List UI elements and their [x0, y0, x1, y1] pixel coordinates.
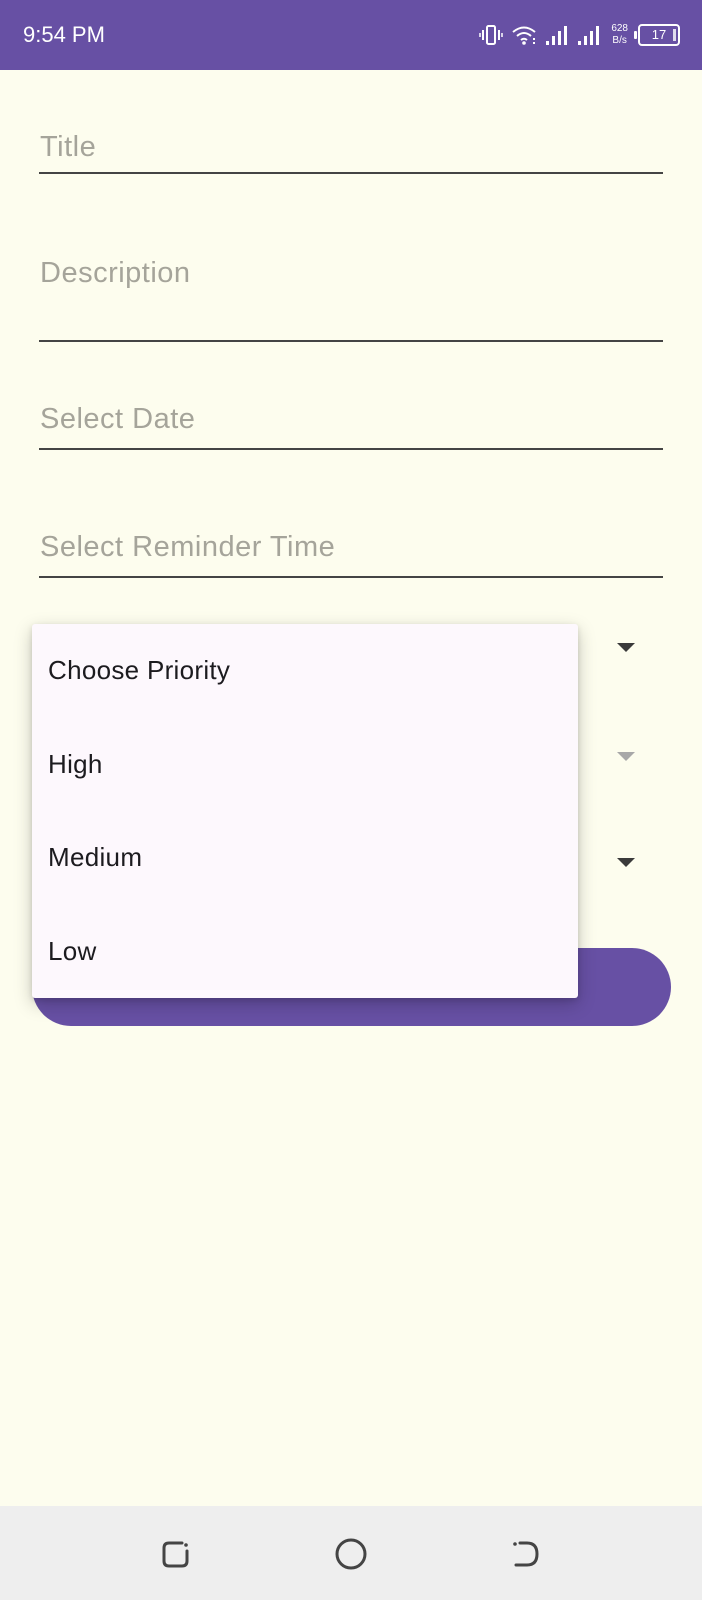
- description-placeholder: Description: [40, 257, 191, 289]
- reminder-time-field[interactable]: Select Reminder Time: [39, 516, 663, 578]
- title-placeholder: Title: [40, 131, 97, 163]
- date-placeholder: Select Date: [40, 403, 196, 435]
- network-speed: 628 B/s: [611, 23, 628, 47]
- description-field[interactable]: Description: [39, 246, 663, 342]
- third-spinner-arrow-icon[interactable]: [617, 858, 635, 867]
- second-spinner-arrow-icon[interactable]: [617, 752, 635, 761]
- battery-icon: 17: [634, 24, 680, 46]
- navigation-bar: [0, 1506, 702, 1600]
- signal-icon-2: [577, 24, 601, 46]
- signal-icon: [545, 24, 569, 46]
- network-speed-value: 628: [611, 23, 628, 34]
- priority-spinner-arrow-icon[interactable]: [617, 643, 635, 652]
- battery-level: 17: [651, 27, 667, 42]
- priority-option-medium[interactable]: Medium: [32, 811, 578, 905]
- wifi-icon: [511, 24, 537, 46]
- priority-dropdown-menu: Choose Priority High Medium Low: [32, 624, 578, 998]
- status-bar: 9:54 PM 628 B/s 17: [0, 0, 702, 70]
- date-field[interactable]: Select Date: [39, 392, 663, 450]
- title-field[interactable]: Title: [39, 120, 663, 174]
- vibrate-icon: [479, 24, 504, 46]
- network-speed-unit: B/s: [612, 35, 627, 46]
- recent-apps-icon[interactable]: [156, 1534, 196, 1574]
- priority-option-high[interactable]: High: [32, 718, 578, 812]
- priority-option-choose[interactable]: Choose Priority: [32, 624, 578, 718]
- back-icon[interactable]: [506, 1534, 546, 1574]
- home-icon[interactable]: [331, 1534, 371, 1574]
- status-time: 9:54 PM: [23, 22, 105, 47]
- status-icons: 628 B/s 17: [479, 18, 680, 52]
- priority-option-low[interactable]: Low: [32, 905, 578, 999]
- reminder-time-placeholder: Select Reminder Time: [40, 531, 336, 563]
